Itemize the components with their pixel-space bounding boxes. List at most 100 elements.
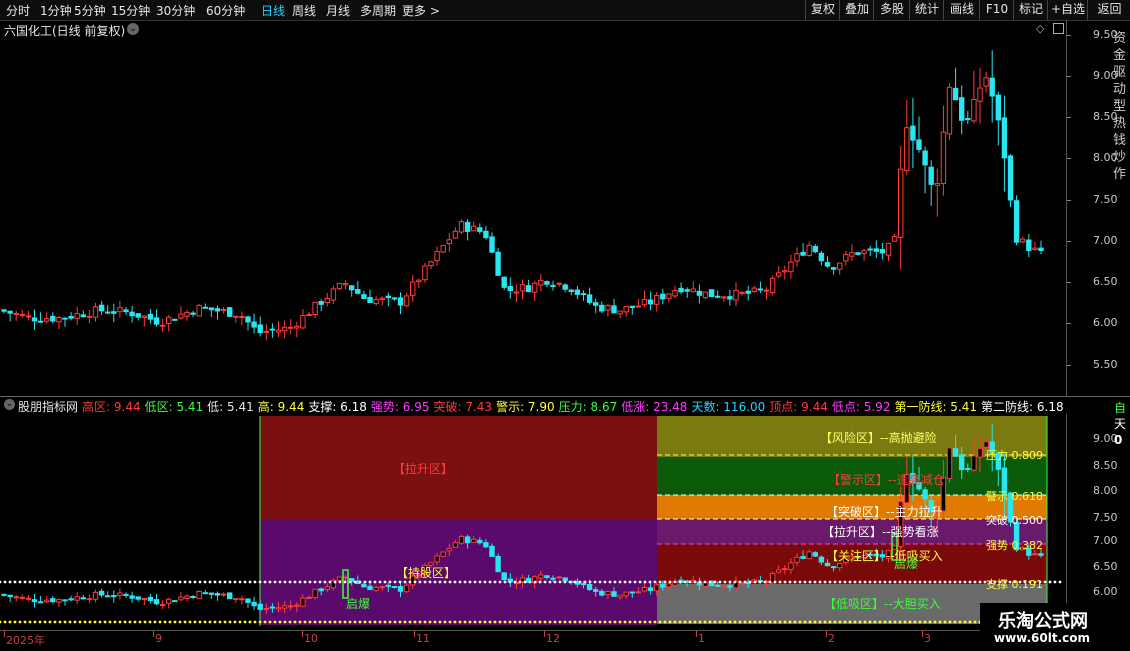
toolbar-button-1[interactable]: 叠加: [839, 0, 874, 20]
dropdown-icon[interactable]: ⌄: [127, 23, 139, 35]
support-dot: [13, 580, 17, 584]
date-tick-mark: [826, 631, 827, 637]
candle-body: [971, 98, 977, 122]
window-toggle-icon[interactable]: [1053, 23, 1064, 34]
ind-candle-body: [257, 603, 263, 610]
candle-body: [745, 290, 751, 294]
candle-body: [1007, 155, 1014, 201]
support-dot: [113, 580, 117, 584]
support-dot: [208, 580, 212, 584]
support-dot: [788, 580, 792, 584]
support-dot: [128, 580, 132, 584]
period-tab-5[interactable]: 60分钟: [206, 2, 245, 19]
indicator-side-labels: 自 天 0: [1114, 401, 1127, 447]
defense-dot: [358, 620, 362, 624]
toolbar-button-7[interactable]: +自选: [1047, 0, 1088, 20]
candle-body: [489, 236, 495, 253]
ind-candle-body: [641, 587, 648, 592]
candle-body: [403, 295, 410, 307]
support-dot: [663, 580, 667, 584]
candle-body: [519, 284, 526, 292]
defense-dot: [228, 620, 232, 624]
support-dot: [83, 580, 87, 584]
ind-candle-body: [92, 591, 99, 600]
support-dot: [238, 580, 242, 584]
period-tab-2[interactable]: 5分钟: [74, 2, 106, 19]
defense-dot: [738, 620, 742, 624]
defense-dot: [683, 620, 687, 624]
defense-dot: [488, 620, 492, 624]
period-tab-4[interactable]: 30分钟: [156, 2, 195, 19]
support-dot: [813, 580, 817, 584]
support-dot: [478, 580, 482, 584]
defense-dot: [628, 620, 632, 624]
indicator-menu-icon[interactable]: ⌄: [4, 399, 15, 410]
toolbar-button-3[interactable]: 统计: [909, 0, 944, 20]
candle-body: [928, 166, 934, 185]
defense-dot: [33, 620, 37, 624]
toolbar-button-0[interactable]: 复权: [805, 0, 840, 20]
candle-body: [873, 248, 879, 252]
support-dot: [438, 580, 442, 584]
defense-dot: [78, 620, 82, 624]
candle-body: [86, 315, 93, 318]
support-dot: [903, 580, 907, 584]
ind-candle-body: [336, 576, 343, 581]
ind-candle-body: [105, 595, 111, 598]
support-dot: [528, 580, 532, 584]
defense-dot: [643, 620, 647, 624]
period-tab-8[interactable]: 月线: [326, 2, 350, 19]
candle-body: [940, 131, 947, 184]
defense-dot: [463, 620, 467, 624]
candle-body: [501, 276, 507, 288]
support-dot: [148, 580, 152, 584]
candle-body: [562, 284, 568, 290]
period-tab-3[interactable]: 15分钟: [111, 2, 150, 19]
period-tab-6[interactable]: 日线: [261, 2, 285, 19]
defense-dot: [923, 620, 927, 624]
support-dot: [153, 580, 157, 584]
ind-candle-body: [111, 595, 117, 598]
toolbar-button-2[interactable]: 多股: [873, 0, 910, 20]
support-dot: [248, 580, 252, 584]
ind-candle-body: [593, 589, 599, 592]
toolbar-button-8[interactable]: 返回: [1087, 0, 1130, 20]
support-dot: [908, 580, 912, 584]
price-tick-mark: [1067, 35, 1071, 36]
defense-dot: [728, 620, 732, 624]
support-dot: [58, 580, 62, 584]
ind-candle-body: [379, 586, 385, 589]
diamond-icon[interactable]: ◇: [1036, 22, 1044, 35]
ind-candle-body: [31, 599, 38, 603]
support-dot: [388, 580, 392, 584]
support-dot: [223, 580, 227, 584]
period-tab-7[interactable]: 周线: [292, 2, 316, 19]
candle-body: [593, 302, 599, 306]
period-tab-9[interactable]: 多周期: [360, 2, 396, 19]
defense-dot: [538, 620, 542, 624]
indicator-axis: 9.00 8.50 8.00 7.50 7.00 6.50 6.00: [1066, 414, 1118, 630]
defense-dot: [178, 620, 182, 624]
candlestick-chart[interactable]: [0, 36, 1065, 396]
support-dot: [378, 580, 382, 584]
defense-dot: [513, 620, 517, 624]
candle-body: [867, 248, 873, 251]
support-dot: [218, 580, 222, 584]
period-tab-0[interactable]: 分时: [6, 2, 30, 19]
candle-body: [98, 304, 105, 312]
defense-dot: [433, 620, 437, 624]
toolbar-button-6[interactable]: 标记: [1013, 0, 1048, 20]
defense-dot: [8, 620, 12, 624]
toolbar-button-4[interactable]: 画线: [943, 0, 980, 20]
support-dot: [53, 580, 57, 584]
toolbar-button-5[interactable]: F10: [979, 0, 1014, 20]
defense-dot: [948, 620, 952, 624]
candle-body: [617, 310, 623, 315]
support-dot: [678, 580, 682, 584]
support-dot: [533, 580, 537, 584]
period-tab-1[interactable]: 1分钟: [40, 2, 72, 19]
support-dot: [563, 580, 567, 584]
period-tab-10[interactable]: 更多 >: [402, 2, 440, 19]
support-dot: [823, 580, 827, 584]
defense-dot: [678, 620, 682, 624]
